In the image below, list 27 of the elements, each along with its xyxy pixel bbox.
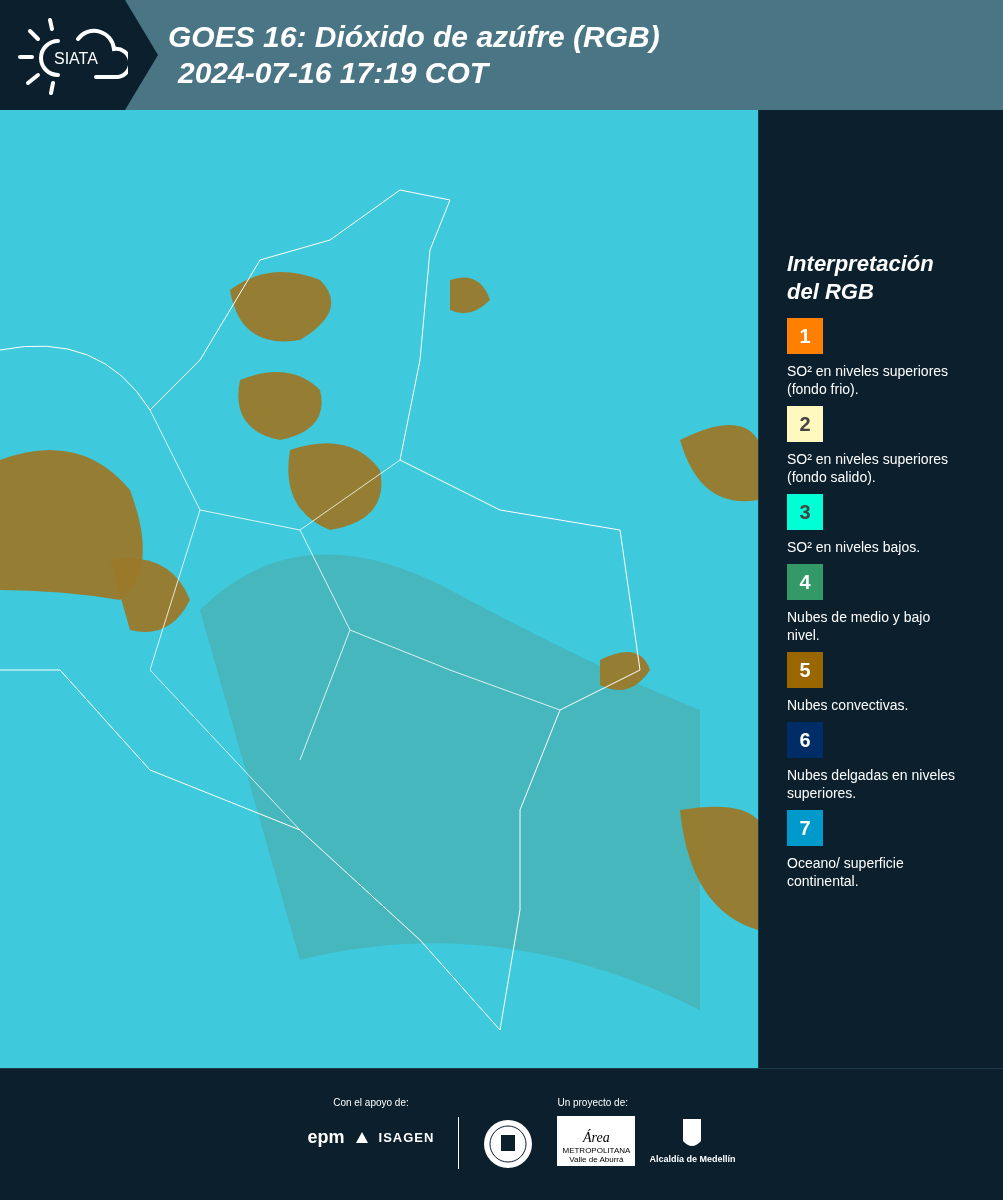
seal-icon xyxy=(483,1119,534,1169)
legend-label: Nubes delgadas en niveles superiores. xyxy=(787,766,957,802)
page-title: GOES 16: Dióxido de azúfre (RGB) xyxy=(168,19,660,55)
isagen-logo: ISAGEN xyxy=(378,1128,435,1147)
legend-label: Nubes convectivas. xyxy=(787,696,910,714)
sun-cloud-icon xyxy=(18,15,128,95)
timestamp: 2024-07-16 17:19 COT xyxy=(176,55,491,91)
logo-text: SIATA xyxy=(54,49,98,69)
color-swatch: 6 xyxy=(787,722,823,758)
alcaldia-logo: Alcaldía de Medellín xyxy=(649,1152,736,1166)
legend-label: SO² en niveles superiores (fondo frio). xyxy=(787,362,950,398)
epm-logo: epm xyxy=(307,1126,345,1149)
legend-label: SO² en niveles bajos. xyxy=(787,538,922,556)
legend-title: del RGB xyxy=(787,278,875,306)
color-swatch: 7 xyxy=(787,810,823,846)
legend-label: SO² en niveles superiores (fondo salido). xyxy=(787,450,950,486)
color-swatch: 5 xyxy=(787,652,823,688)
color-swatch: 3 xyxy=(787,494,823,530)
legend-label: Oceano/ superficie continental. xyxy=(787,854,905,890)
support-label: Con el apoyo de: xyxy=(333,1096,409,1110)
color-swatch: 4 xyxy=(787,564,823,600)
legend-title: Interpretación xyxy=(787,250,935,278)
color-swatch: 1 xyxy=(787,318,823,354)
legend-label: Nubes de medio y bajo nivel. xyxy=(787,608,932,644)
area-logo: Área METROPOLITANA Valle de Aburrá xyxy=(557,1116,636,1166)
project-label: Un proyecto de: xyxy=(557,1096,629,1110)
color-swatch: 2 xyxy=(787,406,823,442)
